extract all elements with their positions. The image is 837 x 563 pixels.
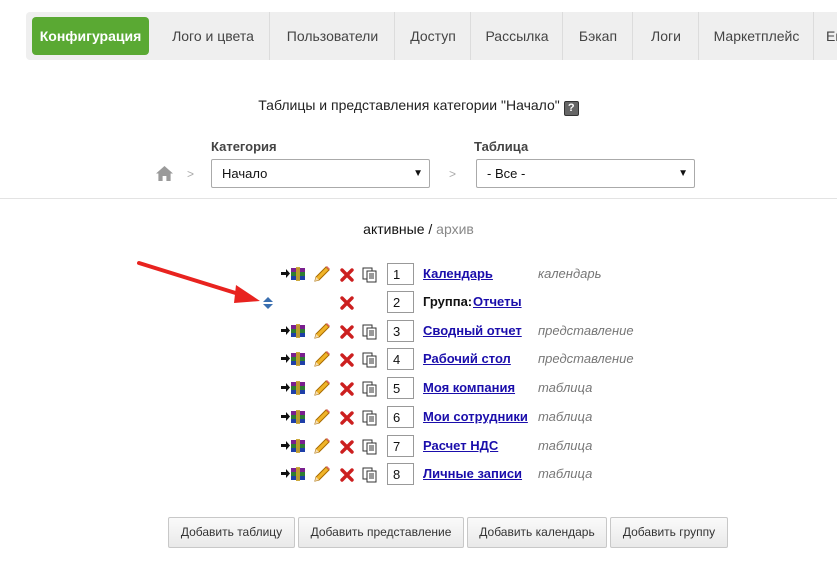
tab-language[interactable]: En bbox=[813, 12, 837, 60]
delete-icon[interactable] bbox=[340, 325, 354, 339]
table-row: Личные записи таблица bbox=[0, 463, 837, 487]
move-to-icon[interactable] bbox=[281, 351, 306, 367]
delete-icon[interactable] bbox=[340, 353, 354, 367]
group-prefix-label: Группа: bbox=[423, 294, 473, 309]
help-icon[interactable]: ? bbox=[563, 101, 579, 116]
table-select-value: - Все - bbox=[487, 166, 526, 181]
table-row: Календарь календарь bbox=[0, 263, 837, 287]
copy-icon[interactable] bbox=[362, 410, 377, 426]
group-name-link[interactable]: Отчеты bbox=[473, 294, 522, 309]
delete-icon[interactable] bbox=[340, 468, 354, 482]
tab-configuration[interactable]: Конфигурация bbox=[32, 17, 149, 55]
table-select[interactable]: - Все - ▼ bbox=[476, 159, 695, 188]
table-name-link[interactable]: Мои сотрудники bbox=[423, 409, 528, 424]
table-name-link[interactable]: Рабочий стол bbox=[423, 351, 511, 366]
table-row: Сводный отчет представление bbox=[0, 320, 837, 344]
table-name-link[interactable]: Личные записи bbox=[423, 466, 522, 481]
order-input[interactable] bbox=[387, 348, 414, 370]
move-to-icon[interactable] bbox=[281, 266, 306, 282]
table-type-label: представление bbox=[538, 351, 634, 366]
table-name-link[interactable]: Сводный отчет bbox=[423, 323, 522, 338]
category-label: Категория bbox=[211, 139, 277, 154]
edit-pencil-icon[interactable] bbox=[313, 408, 331, 426]
copy-icon[interactable] bbox=[362, 324, 377, 340]
tab-bar: Конфигурация Лого и цвета Пользователи Д… bbox=[26, 12, 837, 60]
tab-access[interactable]: Доступ bbox=[394, 12, 471, 60]
table-row: Моя компания таблица bbox=[0, 377, 837, 401]
delete-icon[interactable] bbox=[340, 268, 354, 282]
edit-pencil-icon[interactable] bbox=[313, 465, 331, 483]
copy-icon[interactable] bbox=[362, 439, 377, 455]
table-name-link[interactable]: Календарь bbox=[423, 266, 493, 281]
order-input[interactable] bbox=[387, 463, 414, 485]
edit-pencil-icon[interactable] bbox=[313, 350, 331, 368]
add-view-button[interactable]: Добавить представление bbox=[298, 517, 464, 548]
breadcrumb-separator: > bbox=[187, 167, 195, 181]
delete-icon[interactable] bbox=[340, 411, 354, 425]
chevron-down-icon: ▼ bbox=[413, 168, 423, 179]
copy-icon[interactable] bbox=[362, 467, 377, 483]
tab-marketplace[interactable]: Маркетплейс bbox=[698, 12, 814, 60]
edit-pencil-icon[interactable] bbox=[313, 265, 331, 283]
table-type-label: представление bbox=[538, 323, 634, 338]
edit-pencil-icon[interactable] bbox=[313, 379, 331, 397]
breadcrumb-separator: > bbox=[449, 167, 457, 181]
order-input[interactable] bbox=[387, 320, 414, 342]
edit-pencil-icon[interactable] bbox=[313, 437, 331, 455]
tab-logo-colors[interactable]: Лого и цвета bbox=[157, 12, 269, 60]
active-filter[interactable]: активные bbox=[363, 221, 424, 237]
add-table-button[interactable]: Добавить таблицу bbox=[168, 517, 295, 548]
edit-pencil-icon[interactable] bbox=[313, 322, 331, 340]
table-name-link[interactable]: Моя компания bbox=[423, 380, 515, 395]
group-row: Группа:Отчеты bbox=[0, 291, 837, 315]
order-input[interactable] bbox=[387, 263, 414, 285]
page-title: Таблицы и представления категории "Начал… bbox=[0, 97, 837, 116]
category-select-value: Начало bbox=[222, 166, 268, 181]
table-name-link[interactable]: Расчет НДС bbox=[423, 438, 498, 453]
status-switch: активные / архив bbox=[0, 221, 837, 237]
tab-logs[interactable]: Логи bbox=[632, 12, 699, 60]
page-title-text: Таблицы и представления категории "Начал… bbox=[258, 97, 560, 113]
divider bbox=[0, 198, 837, 199]
move-to-icon[interactable] bbox=[281, 409, 306, 425]
table-type-label: таблица bbox=[538, 380, 593, 395]
chevron-down-icon: ▼ bbox=[678, 168, 688, 179]
tab-mailing[interactable]: Рассылка bbox=[470, 12, 563, 60]
move-to-icon[interactable] bbox=[281, 380, 306, 396]
copy-icon[interactable] bbox=[362, 352, 377, 368]
copy-icon[interactable] bbox=[362, 381, 377, 397]
delete-icon[interactable] bbox=[340, 440, 354, 454]
table-type-label: таблица bbox=[538, 466, 593, 481]
add-calendar-button[interactable]: Добавить календарь bbox=[467, 517, 607, 548]
delete-icon[interactable] bbox=[340, 296, 354, 310]
move-to-icon[interactable] bbox=[281, 438, 306, 454]
delete-icon[interactable] bbox=[340, 382, 354, 396]
add-group-button[interactable]: Добавить группу bbox=[610, 517, 728, 548]
copy-icon[interactable] bbox=[362, 267, 377, 283]
order-input[interactable] bbox=[387, 291, 414, 313]
status-separator: / bbox=[428, 221, 433, 237]
move-to-icon[interactable] bbox=[281, 466, 306, 482]
archive-filter[interactable]: архив bbox=[436, 221, 474, 237]
table-row: Расчет НДС таблица bbox=[0, 435, 837, 459]
table-row: Мои сотрудники таблица bbox=[0, 406, 837, 430]
table-type-label: таблица bbox=[538, 409, 593, 424]
category-select[interactable]: Начало ▼ bbox=[211, 159, 430, 188]
table-row: Рабочий стол представление bbox=[0, 348, 837, 372]
order-input[interactable] bbox=[387, 406, 414, 428]
table-type-label: календарь bbox=[538, 266, 602, 281]
order-input[interactable] bbox=[387, 435, 414, 457]
home-icon[interactable] bbox=[156, 166, 173, 181]
table-label: Таблица bbox=[474, 139, 529, 154]
order-input[interactable] bbox=[387, 377, 414, 399]
tab-users[interactable]: Пользователи bbox=[269, 12, 395, 60]
table-type-label: таблица bbox=[538, 438, 593, 453]
sort-arrows-icon[interactable] bbox=[263, 297, 274, 309]
tab-backup[interactable]: Бэкап bbox=[562, 12, 633, 60]
move-to-icon[interactable] bbox=[281, 323, 306, 339]
